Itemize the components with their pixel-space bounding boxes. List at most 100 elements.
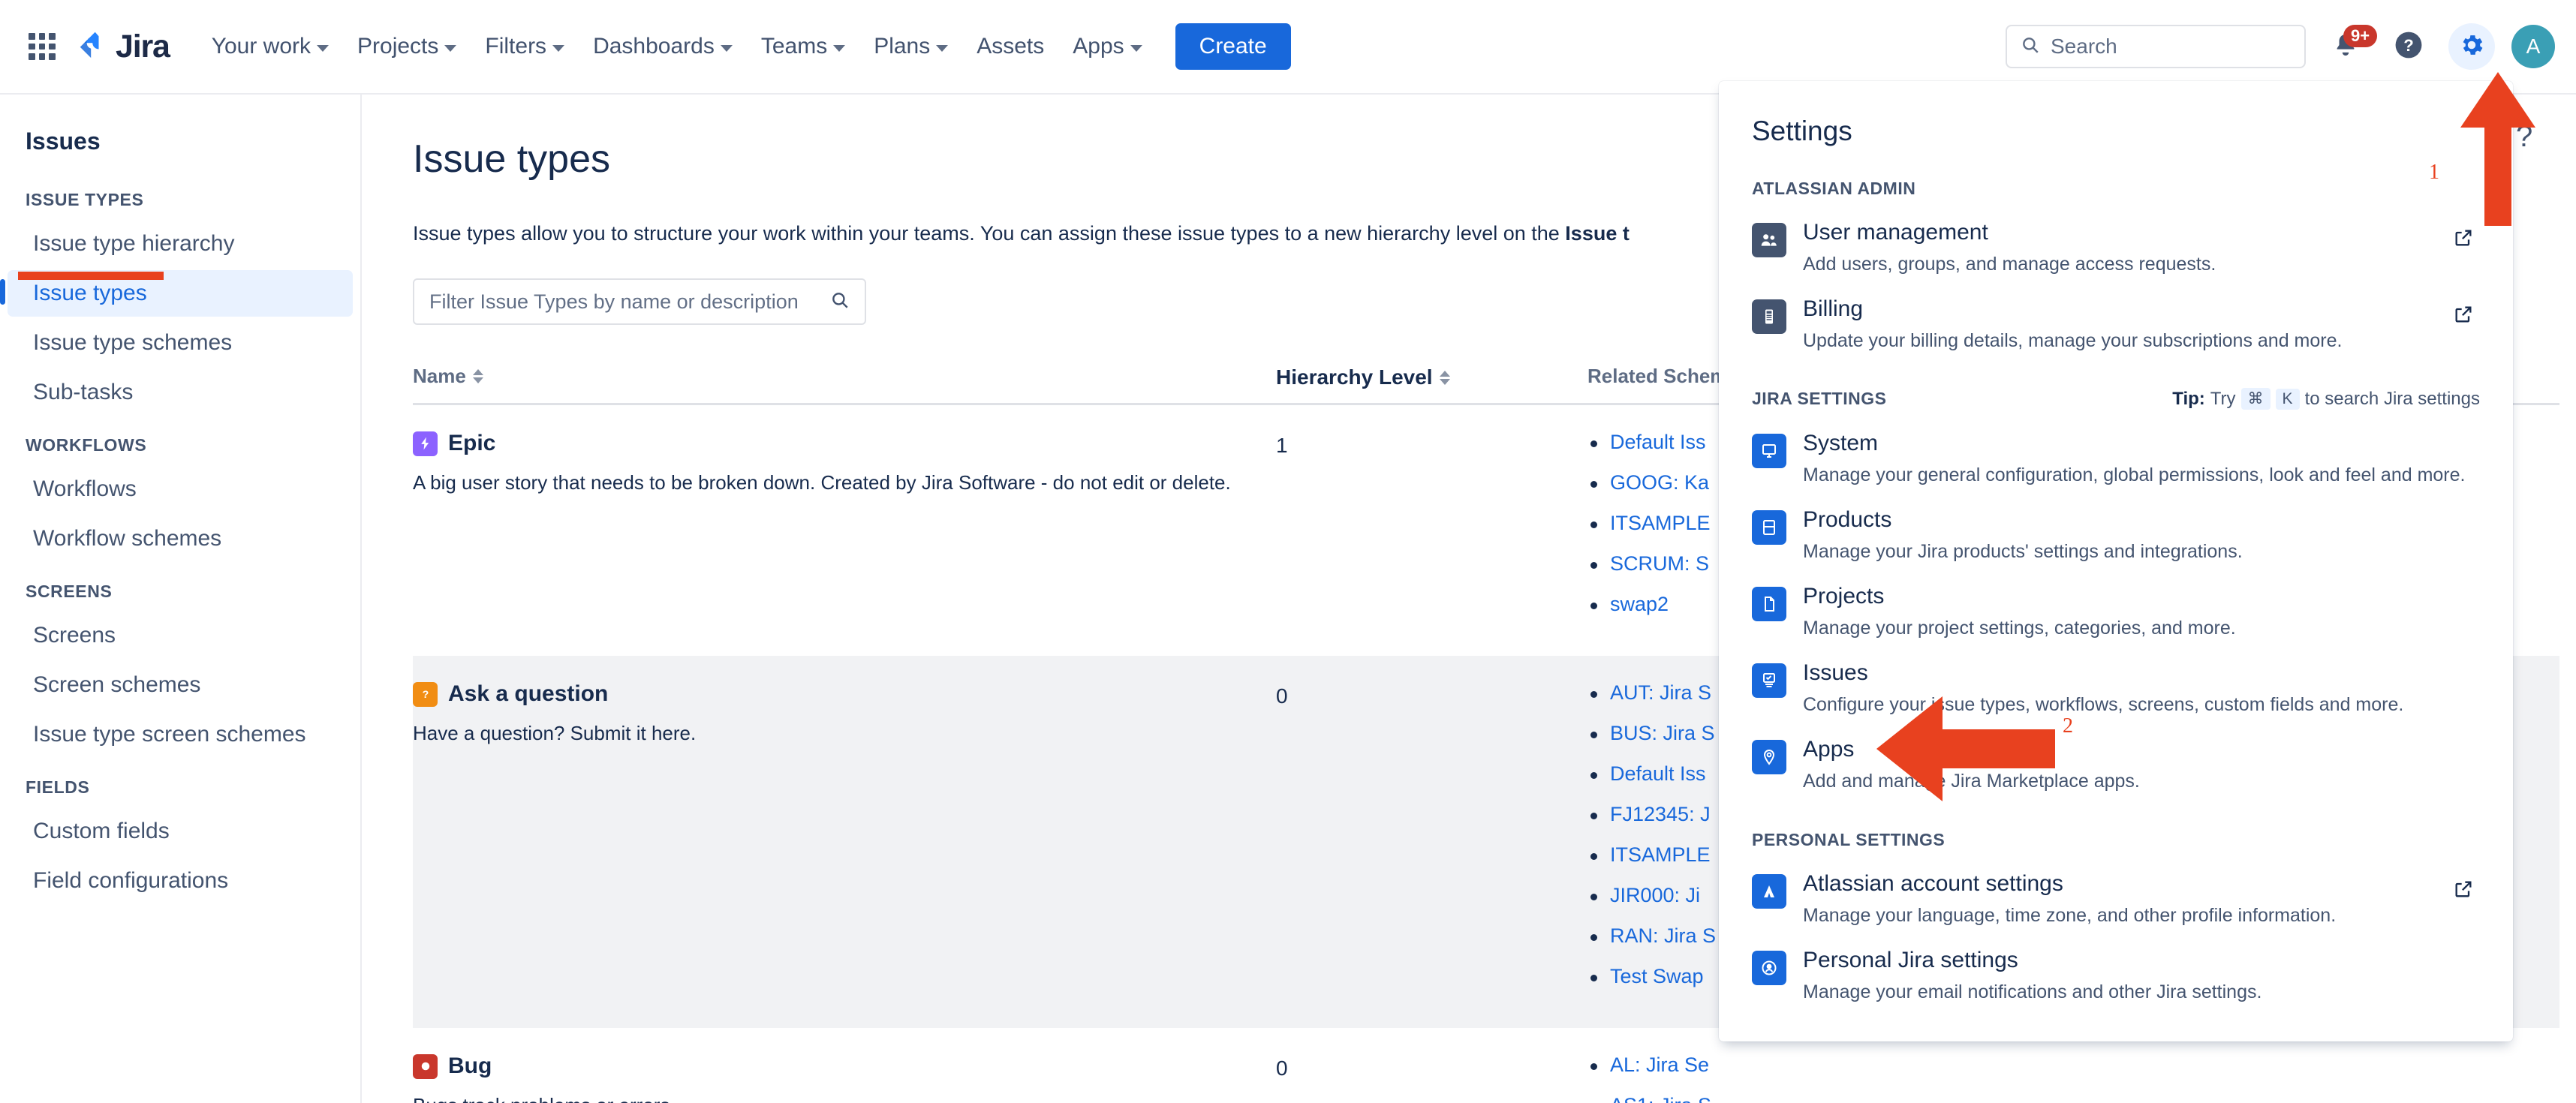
sidebar-item-workflows[interactable]: Workflows [8,466,353,512]
tip-try: Try [2210,388,2236,409]
gear-icon [2458,32,2485,62]
settings-item-description: Add users, groups, and manage access req… [1803,254,2216,275]
settings-item-issues[interactable]: Issues Configure your issue types, workf… [1719,650,2513,726]
issue-type-description: A big user story that needs to be broken… [413,471,1231,494]
settings-dropdown-panel: Settings ATLASSIAN ADMIN User management… [1719,81,2513,1041]
hierarchy-level-value: 0 [1276,684,1288,708]
settings-item-projects[interactable]: Projects Manage your project settings, c… [1719,573,2513,650]
sidebar-item-screens[interactable]: Screens [8,612,353,659]
external-link-icon [2453,304,2474,329]
sidebar-title: Issues [26,128,101,155]
settings-item-atlassian-account-settings[interactable]: Atlassian account settings Manage your l… [1719,861,2513,937]
issue-type-name[interactable]: Ask a question [448,681,608,707]
sidebar-item-issue-type-hierarchy[interactable]: Issue type hierarchy [8,221,353,267]
sidebar-item-custom-fields[interactable]: Custom fields [8,808,353,855]
issues-icon [1752,663,1786,698]
settings-button[interactable] [2448,23,2495,70]
nav-item-assets[interactable]: Assets [964,25,1056,68]
nav-item-filters[interactable]: Filters [473,25,576,68]
atlassian-icon [1752,874,1786,909]
column-header-name[interactable]: Name [413,365,1276,388]
help-button[interactable]: ? [2385,23,2432,70]
settings-item-label: Apps [1803,737,1855,762]
chevron-down-icon [833,44,846,52]
nav-right-cluster: Search 9+ ? A [2006,23,2555,70]
sidebar-group-fields: FIELDS [26,777,90,797]
settings-item-label: System [1803,431,1879,455]
sidebar-item-field-configurations[interactable]: Field configurations [8,858,353,904]
sidebar-item-sub-tasks[interactable]: Sub-tasks [8,369,353,416]
sidebar-item-issue-types[interactable]: Issue types [0,270,353,317]
nav-item-dashboards[interactable]: Dashboards [581,25,745,68]
app-switcher-icon[interactable] [23,27,62,66]
sidebar-group-screens: SCREENS [26,582,113,601]
jira-wordmark: Jira [116,28,170,65]
settings-sidebar: Issues ISSUE TYPES Issue type hierarchy … [0,95,362,1103]
settings-item-label: Issues [1803,660,1868,685]
keyboard-shortcut-tip: Tip: Try ⌘ K to search Jira settings [2172,388,2480,410]
search-placeholder: Search [2051,35,2117,58]
jira-home-logo[interactable]: Jira [78,29,170,65]
issue-type-description: Have a question? Submit it here. [413,722,697,744]
chevron-down-icon [317,44,330,52]
billing-icon [1752,299,1786,334]
settings-item-description: Manage your email notifications and othe… [1803,981,2262,1002]
settings-item-products[interactable]: Products Manage your Jira products' sett… [1719,497,2513,573]
sidebar-item-workflow-schemes[interactable]: Workflow schemes [8,515,353,562]
page-description-text: Issue types allow you to structure your … [413,222,1566,245]
issue-type-cell: Epic A big user story that needs to be b… [413,431,1276,633]
help-icon-peek[interactable]: ? [2516,120,2532,154]
settings-item-billing[interactable]: Billing Update your billing details, man… [1719,286,2513,362]
nav-item-plans[interactable]: Plans [862,25,960,68]
issue-type-name[interactable]: Bug [448,1053,492,1079]
settings-item-description: Manage your project settings, categories… [1803,618,2236,639]
search-icon [2021,35,2040,59]
settings-item-description: Configure your issue types, workflows, s… [1803,694,2404,715]
sidebar-item-issue-type-schemes[interactable]: Issue type schemes [8,320,353,366]
sort-icon [472,368,483,383]
bug-icon [413,1053,438,1079]
sidebar-item-screen-schemes[interactable]: Screen schemes [8,662,353,708]
chevron-down-icon [1130,44,1142,52]
settings-item-description: Manage your language, time zone, and oth… [1803,905,2337,926]
nav-item-projects[interactable]: Projects [345,25,468,68]
settings-item-description: Add and manage Jira Marketplace apps. [1803,771,2140,792]
settings-item-personal-jira-settings[interactable]: Personal Jira settings Manage your email… [1719,937,2513,1014]
people-icon [1752,223,1786,257]
settings-section-header-jira-settings: JIRA SETTINGS Tip: Try ⌘ K to search Jir… [1752,388,2480,410]
search-input[interactable]: Search [2006,25,2306,68]
issue-type-name[interactable]: Epic [448,431,495,456]
settings-item-label: Billing [1803,296,1864,321]
sidebar-item-issue-type-screen-schemes[interactable]: Issue type screen schemes [8,711,353,758]
issue-type-description: Bugs track problems or errors. [413,1092,1253,1103]
apps-icon [1752,740,1786,774]
tip-suffix: to search Jira settings [2304,388,2480,409]
nav-item-teams[interactable]: Teams [749,25,857,68]
create-button[interactable]: Create [1175,23,1291,70]
notifications-button[interactable]: 9+ [2322,23,2378,70]
filter-issue-types-input[interactable]: Filter Issue Types by name or descriptio… [413,278,866,325]
scheme-link[interactable]: AS1: Jira S [1587,1094,2038,1103]
tip-prefix: Tip: [2172,388,2205,409]
folder-icon [1752,587,1786,621]
settings-item-label: User management [1803,220,1988,245]
scheme-link[interactable]: AL: Jira Se [1587,1053,2038,1077]
kbd-k: K [2275,388,2300,410]
nav-item-your-work[interactable]: Your work [200,25,341,68]
chevron-down-icon [552,44,565,52]
settings-item-apps[interactable]: Apps Add and manage Jira Marketplace app… [1719,726,2513,803]
jira-logo-icon [78,30,111,63]
primary-nav-links: Your work Projects Filters Dashboards Te… [200,23,1291,70]
settings-item-system[interactable]: System Manage your general configuration… [1719,420,2513,497]
column-header-hierarchy-level[interactable]: Hierarchy Level [1276,362,1587,389]
filter-placeholder: Filter Issue Types by name or descriptio… [429,290,799,313]
avatar[interactable]: A [2511,25,2555,68]
settings-item-label: Projects [1803,584,1885,609]
issue-type-cell: ? Ask a question Have a question? Submit… [413,681,1276,1005]
nav-item-apps[interactable]: Apps [1061,25,1154,68]
settings-item-description: Manage your general configuration, globa… [1803,464,2466,485]
settings-item-label: Personal Jira settings [1803,948,2018,972]
sort-icon [1439,370,1450,385]
settings-item-user-management[interactable]: User management Add users, groups, and m… [1719,209,2513,286]
settings-item-description: Manage your Jira products' settings and … [1803,541,2243,562]
